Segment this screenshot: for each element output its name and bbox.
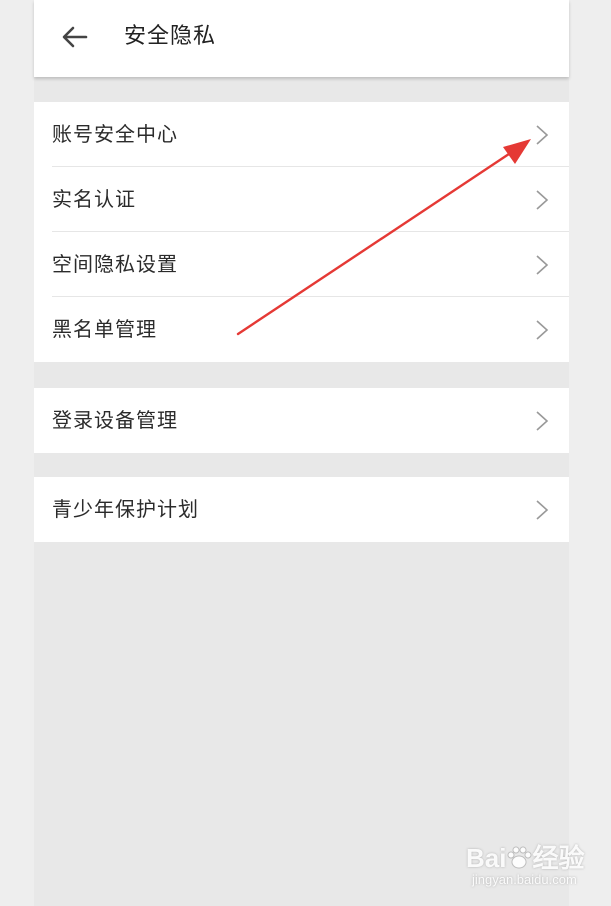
menu-item-real-name-verification[interactable]: 实名认证 bbox=[34, 167, 569, 232]
phone-screen: 安全隐私 账号安全中心 实名认证 空间隐私设置 黑名单管理 登录设备管理 青少年… bbox=[34, 0, 569, 906]
menu-item-label: 青少年保护计划 bbox=[52, 497, 199, 521]
menu-item-blacklist-management[interactable]: 黑名单管理 bbox=[34, 297, 569, 362]
watermark-logo: Bai 经验 bbox=[466, 843, 585, 873]
settings-group-account: 账号安全中心 实名认证 空间隐私设置 黑名单管理 bbox=[34, 102, 569, 362]
menu-item-label: 账号安全中心 bbox=[52, 122, 178, 146]
app-header: 安全隐私 bbox=[34, 0, 569, 77]
menu-item-label: 黑名单管理 bbox=[52, 317, 157, 341]
menu-item-account-security-center[interactable]: 账号安全中心 bbox=[34, 102, 569, 167]
chevron-right-icon bbox=[536, 125, 549, 145]
chevron-right-icon bbox=[536, 411, 549, 431]
menu-item-label: 空间隐私设置 bbox=[52, 252, 178, 276]
chevron-right-icon bbox=[536, 255, 549, 275]
paw-icon bbox=[507, 846, 532, 869]
baidu-watermark: Bai 经验 jingyan.baidu.com bbox=[466, 838, 596, 893]
menu-item-login-device-management[interactable]: 登录设备管理 bbox=[34, 388, 569, 453]
settings-group-devices: 登录设备管理 bbox=[34, 388, 569, 453]
menu-item-space-privacy-settings[interactable]: 空间隐私设置 bbox=[34, 232, 569, 297]
chevron-right-icon bbox=[536, 190, 549, 210]
watermark-url: jingyan.baidu.com bbox=[472, 872, 577, 887]
back-button[interactable] bbox=[60, 22, 90, 52]
page-title: 安全隐私 bbox=[124, 24, 217, 49]
arrow-left-icon bbox=[62, 26, 88, 48]
menu-item-label: 实名认证 bbox=[52, 187, 136, 211]
menu-item-youth-protection-plan[interactable]: 青少年保护计划 bbox=[34, 477, 569, 542]
settings-group-youth: 青少年保护计划 bbox=[34, 477, 569, 542]
chevron-right-icon bbox=[536, 500, 549, 520]
menu-item-label: 登录设备管理 bbox=[52, 408, 178, 432]
chevron-right-icon bbox=[536, 320, 549, 340]
